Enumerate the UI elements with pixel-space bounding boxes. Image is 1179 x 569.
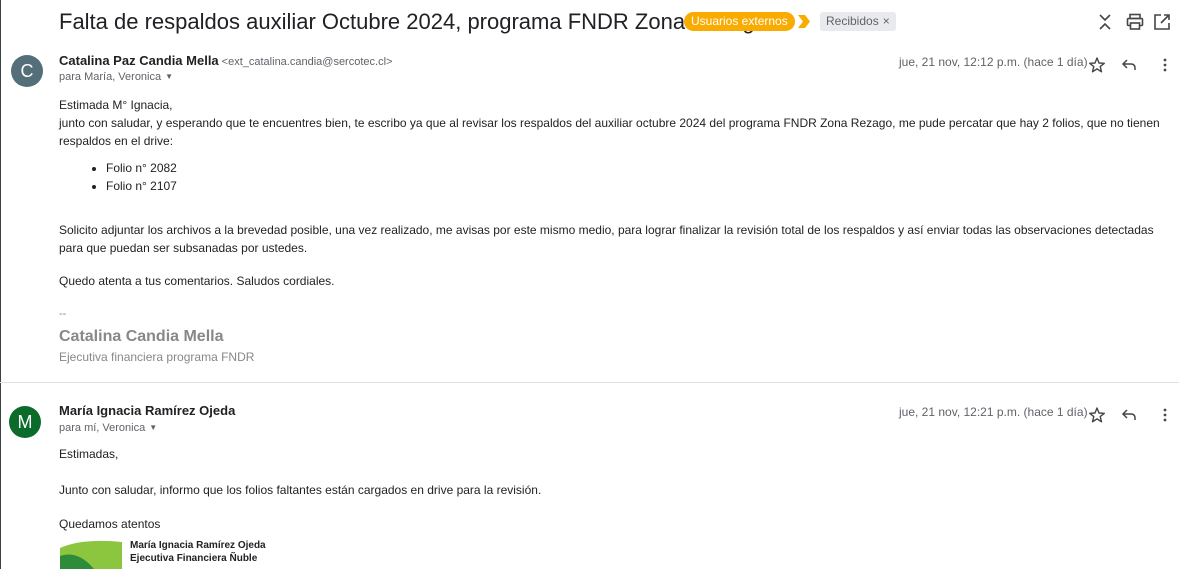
label-recibidos-text: Recibidos [826, 14, 879, 28]
sender-email: <ext_catalina.candia@sercotec.cl> [221, 56, 393, 68]
list-item: Folio n° 2107 [106, 177, 1174, 195]
print-icon[interactable] [1125, 12, 1145, 32]
star-icon[interactable] [1088, 406, 1106, 424]
recipients-text: para mí, Veronica [59, 422, 146, 434]
signature-title: Ejecutiva Financiera Ñuble [130, 553, 258, 564]
chevron-down-icon: ▼ [165, 72, 174, 81]
message-date: jue, 21 nov, 12:12 p.m. (hace 1 día) [899, 55, 1088, 69]
more-options-icon[interactable] [1156, 56, 1174, 74]
paragraph: Junto con saludar, informo que los folio… [59, 483, 542, 497]
sender-avatar[interactable]: C [11, 55, 43, 87]
sender-name[interactable]: Catalina Paz Candia Mella <ext_catalina.c… [59, 53, 392, 68]
message-divider [0, 382, 1179, 383]
importance-marker-icon[interactable] [797, 13, 811, 30]
paragraph: Solicito adjuntar los archivos a la brev… [59, 223, 1154, 255]
list-item: Folio n° 2082 [106, 159, 1174, 177]
signature-title: Ejecutiva financiera programa FNDR [59, 350, 255, 364]
sender-name[interactable]: María Ignacia Ramírez Ojeda [59, 403, 235, 418]
recipients-text: para María, Veronica [59, 71, 162, 83]
recipients-dropdown[interactable]: para María, Veronica ▼ [59, 71, 173, 83]
message-body: Estimada M° Ignacia, junto con saludar, … [59, 96, 1174, 290]
sender-avatar[interactable]: M [9, 406, 41, 438]
star-icon[interactable] [1088, 56, 1106, 74]
folio-list: Folio n° 2082 Folio n° 2107 [59, 159, 1174, 195]
signature-name: Catalina Candia Mella [59, 328, 224, 345]
paragraph: Quedamos atentos [59, 517, 161, 531]
message-date: jue, 21 nov, 12:21 p.m. (hace 1 día) [899, 405, 1088, 419]
label-recibidos[interactable]: Recibidos × [820, 12, 896, 31]
label-usuarios-externos[interactable]: Usuarios externos [684, 12, 795, 31]
collapse-all-icon[interactable] [1095, 12, 1115, 32]
paragraph: junto con saludar, y esperando que te en… [59, 116, 1160, 148]
remove-label-icon[interactable]: × [883, 14, 890, 28]
signature-name: María Ignacia Ramírez Ojeda [130, 540, 266, 551]
sender-name-text: Catalina Paz Candia Mella [59, 53, 219, 68]
thread-subject: Falta de respaldos auxiliar Octubre 2024… [59, 9, 768, 34]
paragraph: Quedo atenta a tus comentarios. Saludos … [59, 274, 335, 288]
greeting: Estimada M° Ignacia, [59, 98, 173, 112]
greeting: Estimadas, [59, 447, 119, 461]
window-edge [0, 0, 1, 569]
organization-logo [60, 540, 122, 569]
more-options-icon[interactable] [1156, 406, 1174, 424]
reply-icon[interactable] [1120, 56, 1138, 74]
chevron-down-icon: ▼ [149, 423, 158, 432]
open-in-new-window-icon[interactable] [1152, 12, 1172, 32]
reply-icon[interactable] [1120, 406, 1138, 424]
recipients-dropdown[interactable]: para mí, Veronica ▼ [59, 422, 157, 434]
signature-separator: -- [59, 308, 67, 320]
